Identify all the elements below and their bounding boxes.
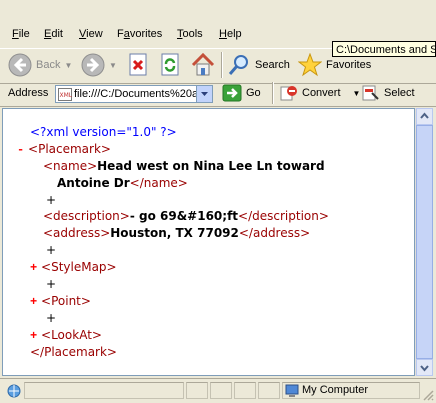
scroll-down-button[interactable] bbox=[416, 359, 433, 376]
back-button[interactable]: Back ▼ bbox=[8, 53, 72, 77]
expand-toggle[interactable]: + bbox=[30, 295, 37, 309]
status-message-pane bbox=[24, 382, 184, 399]
zone-pane: My Computer bbox=[282, 382, 420, 399]
placemark-node: - <Placemark> bbox=[17, 142, 111, 157]
address-label: Address bbox=[8, 87, 49, 99]
address-separator bbox=[272, 82, 274, 104]
stop-icon[interactable] bbox=[127, 53, 149, 77]
favorites-star-icon bbox=[298, 53, 322, 77]
page-icon bbox=[7, 384, 21, 398]
select-button[interactable]: Select bbox=[362, 84, 415, 102]
home-icon[interactable] bbox=[190, 52, 216, 78]
point-node: + <Point> bbox=[30, 294, 91, 309]
expand-toggle[interactable]: + bbox=[30, 329, 37, 343]
placemark-close: </Placemark> bbox=[30, 345, 117, 359]
address-url: file:///C:/Documents%20a bbox=[74, 88, 198, 100]
go-button[interactable]: Go bbox=[222, 84, 261, 102]
select-icon bbox=[362, 85, 379, 101]
vertical-scrollbar[interactable] bbox=[415, 108, 433, 376]
address-bar: Address XML file:///C:/Documents%20a Go … bbox=[0, 82, 436, 107]
convert-dropdown-icon[interactable]: ▼ bbox=[353, 89, 361, 98]
collapse-toggle[interactable]: - bbox=[17, 143, 24, 157]
xml-declaration: <?xml version="1.0" ?> bbox=[30, 125, 177, 139]
menu-help[interactable]: Help bbox=[219, 28, 242, 40]
search-icon bbox=[228, 55, 248, 75]
toolbar-separator bbox=[221, 52, 223, 78]
status-pane bbox=[258, 382, 280, 399]
stylemap-node: + <StyleMap> bbox=[30, 260, 117, 275]
go-arrow-icon bbox=[222, 84, 242, 102]
convert-button[interactable]: Convert ▼ bbox=[280, 84, 360, 102]
status-bar: My Computer bbox=[0, 378, 436, 403]
scroll-up-button[interactable] bbox=[416, 108, 433, 125]
plus-marker: + bbox=[46, 243, 57, 257]
menu-favorites[interactable]: Favorites bbox=[117, 28, 162, 40]
svg-text:XML: XML bbox=[60, 92, 73, 99]
search-button[interactable]: Search bbox=[227, 53, 290, 77]
name-element: <name>Head west on Nina Lee Ln toward bbox=[43, 159, 325, 173]
forward-arrow-icon bbox=[81, 53, 105, 77]
address-field[interactable]: XML file:///C:/Documents%20a bbox=[55, 85, 213, 103]
back-arrow-icon bbox=[8, 53, 32, 77]
xml-file-icon: XML bbox=[58, 88, 72, 101]
menu-view[interactable]: View bbox=[79, 28, 103, 40]
lookat-node: + <LookAt> bbox=[30, 328, 102, 343]
name-element-continued: Antoine Dr</name> bbox=[57, 176, 188, 190]
status-pane bbox=[234, 382, 256, 399]
address-element: <address>Houston, TX 77092</address> bbox=[43, 226, 311, 240]
computer-icon bbox=[285, 384, 299, 397]
convert-icon bbox=[280, 86, 297, 101]
chevron-up-icon bbox=[420, 112, 429, 119]
menu-tools[interactable]: Tools bbox=[177, 28, 203, 40]
back-dropdown-icon: ▼ bbox=[64, 60, 73, 70]
plus-marker: + bbox=[46, 193, 57, 207]
description-element: <description>- go 69&#160;ft</descriptio… bbox=[43, 209, 329, 223]
chevron-down-icon bbox=[420, 365, 429, 372]
resize-grip-icon[interactable] bbox=[422, 389, 434, 401]
menu-edit[interactable]: Edit bbox=[44, 28, 63, 40]
plus-marker: + bbox=[46, 277, 57, 291]
chevron-down-icon bbox=[201, 92, 208, 96]
forward-button[interactable]: ▼ bbox=[81, 53, 117, 77]
path-tooltip: C:\Documents and Se bbox=[332, 41, 436, 57]
menu-file[interactable]: File bbox=[12, 28, 30, 40]
forward-dropdown-icon: ▼ bbox=[109, 60, 117, 70]
refresh-icon[interactable] bbox=[159, 53, 181, 77]
status-pane bbox=[186, 382, 208, 399]
expand-toggle[interactable]: + bbox=[30, 261, 37, 275]
address-dropdown-button[interactable] bbox=[196, 86, 212, 102]
xml-document-view: <?xml version="1.0" ?> - <Placemark> <na… bbox=[2, 108, 415, 376]
scroll-thumb[interactable] bbox=[416, 125, 433, 359]
status-pane bbox=[210, 382, 232, 399]
plus-marker: + bbox=[46, 311, 57, 325]
